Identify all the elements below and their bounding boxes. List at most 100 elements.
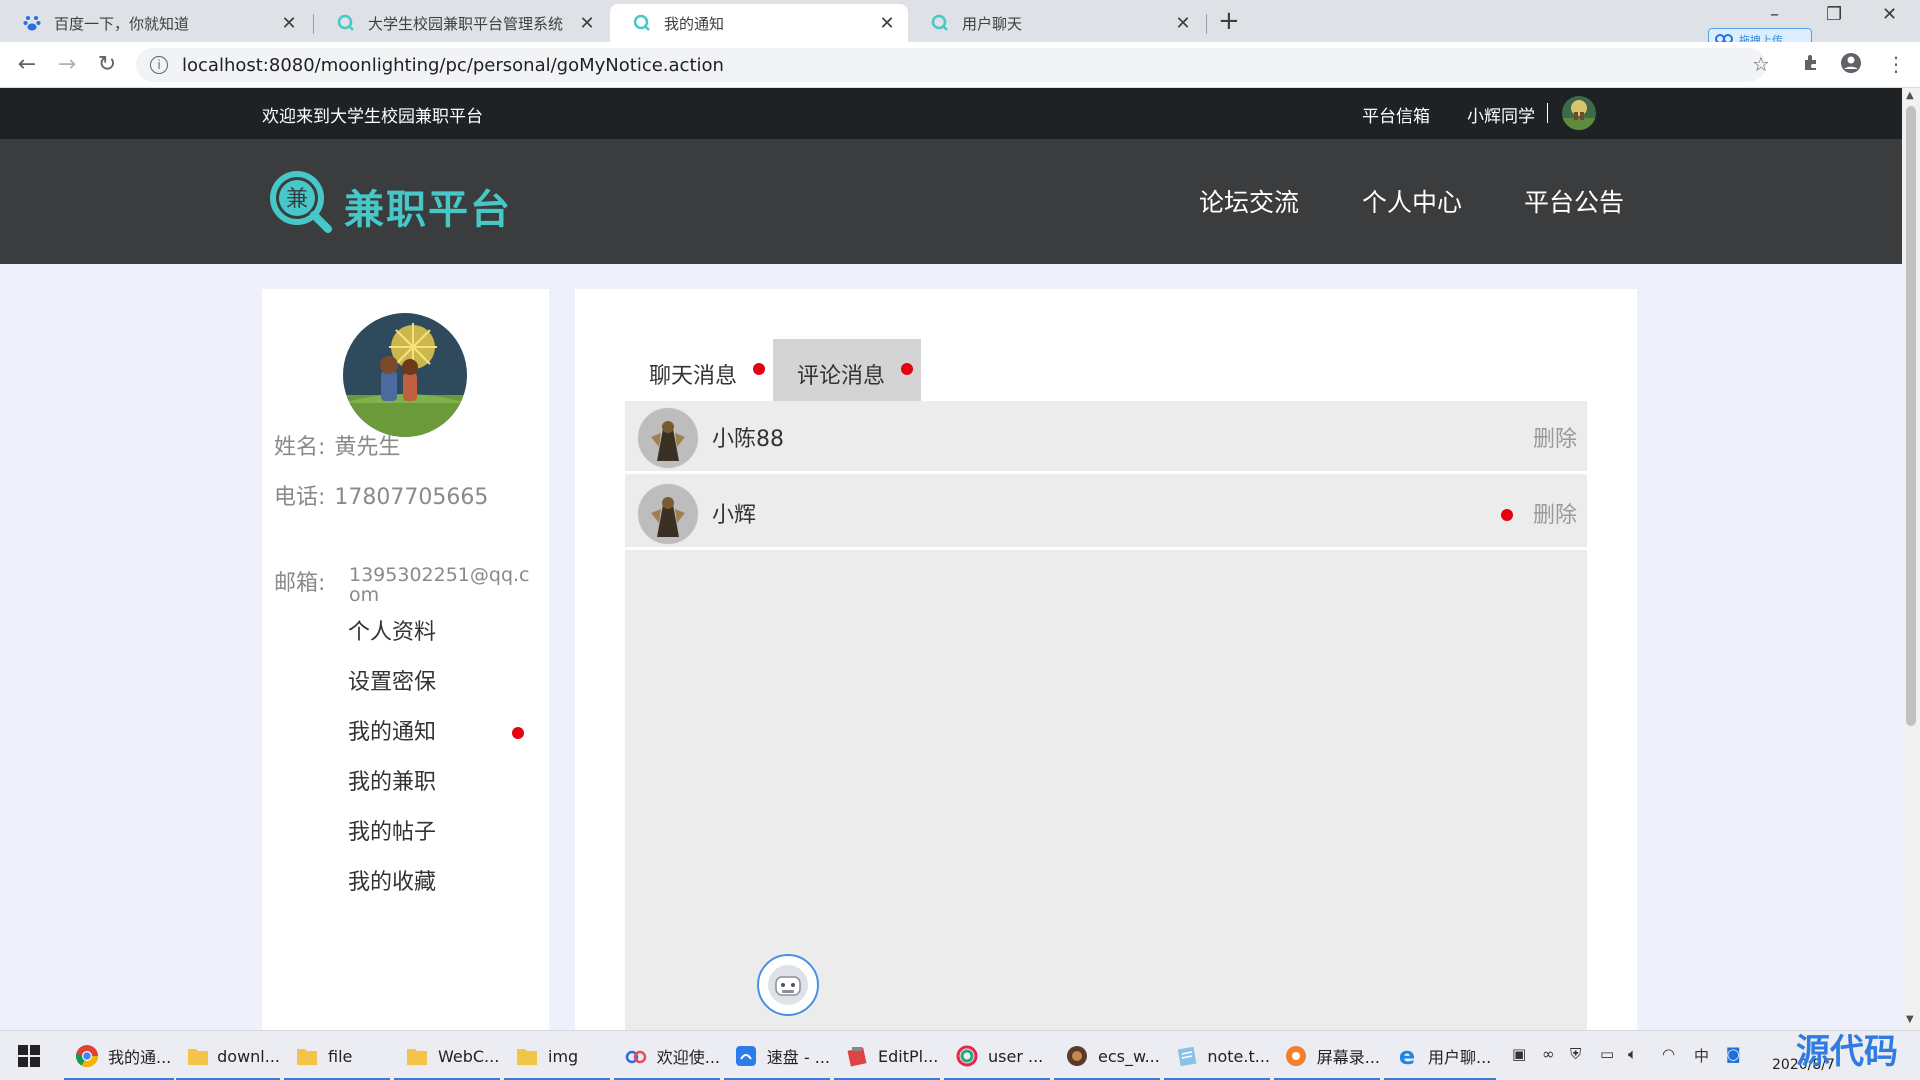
- menu-my-jobs[interactable]: 我的兼职: [348, 764, 436, 796]
- chrome-icon: [74, 1043, 100, 1069]
- internet-explorer-icon: e: [1398, 1042, 1416, 1070]
- taskbar-editplus[interactable]: EditPl...: [834, 1031, 940, 1080]
- forward-button[interactable]: →: [54, 52, 80, 78]
- user-avatar[interactable]: [1562, 96, 1596, 130]
- nav-personal-center[interactable]: 个人中心: [1362, 183, 1462, 219]
- tray-shield-icon[interactable]: ⛨: [1570, 1045, 1581, 1063]
- scroll-down-icon[interactable]: ▼: [1906, 1014, 1914, 1025]
- site-logo-icon[interactable]: 兼: [268, 169, 334, 235]
- taskbar-folder-file[interactable]: file: [284, 1031, 390, 1080]
- window-close-button[interactable]: ✕: [1882, 4, 1897, 25]
- message-row[interactable]: 小陈88 删除: [625, 401, 1587, 474]
- taskbar-folder-img[interactable]: img: [504, 1031, 610, 1080]
- ecs-icon: [1064, 1043, 1090, 1069]
- bookmark-star-icon[interactable]: ☆: [1752, 52, 1770, 76]
- tab-separator: [1206, 14, 1207, 34]
- ime-indicator[interactable]: 中: [1694, 1045, 1709, 1066]
- unread-dot: [901, 363, 914, 375]
- browser-tab-chat[interactable]: 用户聊天 ✕: [908, 4, 1204, 42]
- browser-tab-admin[interactable]: 大学生校园兼职平台管理系统 ✕: [314, 4, 608, 42]
- tab-label: 聊天消息: [649, 364, 738, 389]
- close-icon[interactable]: ✕: [1174, 13, 1192, 34]
- site-logo-icon: [930, 13, 950, 33]
- tray-app-icon[interactable]: ▣: [1512, 1045, 1526, 1063]
- app-icon: [954, 1043, 980, 1069]
- taskbar-screen-recorder[interactable]: 屏幕录...: [1274, 1031, 1380, 1080]
- platform-mailbox-link[interactable]: 平台信箱: [1362, 102, 1430, 127]
- tab-title: 我的通知: [664, 14, 725, 33]
- volume-icon[interactable]: 🔈︎: [1628, 1045, 1637, 1063]
- chat-robot-button[interactable]: [757, 954, 819, 1016]
- extensions-icon[interactable]: [1802, 52, 1822, 77]
- page-scrollbar[interactable]: ▲ ▼: [1902, 88, 1920, 1030]
- taskbar-ie-chat[interactable]: e 用户聊...: [1384, 1031, 1496, 1080]
- site-info-icon[interactable]: i: [150, 56, 168, 74]
- tab-title: 用户聊天: [962, 14, 1023, 33]
- sender-avatar: [637, 407, 699, 469]
- supan-icon: [734, 1043, 759, 1069]
- delete-button[interactable]: 删除: [1533, 497, 1577, 529]
- scrollbar-thumb[interactable]: [1906, 106, 1916, 726]
- browser-tab-notice[interactable]: 我的通知 ✕: [610, 4, 908, 42]
- site-logo-text[interactable]: 兼职平台: [344, 177, 512, 235]
- username-link[interactable]: 小辉同学: [1467, 102, 1535, 127]
- menu-profile[interactable]: 个人资料: [348, 614, 436, 646]
- browser-tab-baidu[interactable]: 百度一下，你就知道 ✕: [0, 4, 310, 42]
- folder-icon: [294, 1043, 320, 1069]
- tab-comment-messages[interactable]: 评论消息: [773, 339, 922, 401]
- close-icon[interactable]: ✕: [280, 13, 298, 34]
- taskbar-label: user ...: [988, 1046, 1044, 1066]
- taskbar-ecs[interactable]: ecs_w...: [1054, 1031, 1160, 1080]
- tab-chat-messages[interactable]: 聊天消息: [625, 339, 773, 401]
- taskbar-folder-webc[interactable]: WebC...: [394, 1031, 500, 1080]
- notepad-icon: [1174, 1043, 1199, 1069]
- profile-icon[interactable]: [1840, 52, 1862, 79]
- menu-my-notices[interactable]: 我的通知: [348, 714, 436, 746]
- browser-tab-strip: 百度一下，你就知道 ✕ 大学生校园兼职平台管理系统 ✕ 我的通知 ✕ 用户聊天 …: [0, 0, 1920, 52]
- address-bar[interactable]: i localhost:8080/moonlighting/pc/persona…: [136, 48, 1766, 82]
- unread-dot: [512, 727, 524, 739]
- network-icon[interactable]: ◠: [1662, 1045, 1675, 1063]
- scroll-up-icon[interactable]: ▲: [1906, 90, 1914, 101]
- message-row[interactable]: 小辉 删除: [625, 477, 1587, 550]
- close-icon[interactable]: ✕: [878, 13, 896, 34]
- taskbar-label: WebC...: [438, 1046, 500, 1066]
- url-text: localhost:8080/moonlighting/pc/personal/…: [182, 54, 724, 76]
- taskbar-folder-downloads[interactable]: downl...: [176, 1031, 280, 1080]
- notice-panel: 聊天消息 评论消息 小陈88 删除 小辉 删除: [575, 289, 1637, 1049]
- windows-start-icon[interactable]: [18, 1045, 40, 1067]
- battery-icon[interactable]: ▭: [1600, 1045, 1614, 1063]
- watermark-text: 源代码: [1796, 1032, 1898, 1072]
- welcome-text: 欢迎来到大学生校园兼职平台: [262, 107, 483, 127]
- tray-netdisk-icon[interactable]: ∞: [1542, 1045, 1555, 1063]
- nav-forum[interactable]: 论坛交流: [1199, 183, 1299, 219]
- taskbar-label: img: [548, 1046, 579, 1066]
- name-label: 姓名:: [274, 435, 326, 460]
- taskbar-notepad[interactable]: note.t...: [1164, 1031, 1270, 1080]
- taskbar-welcome[interactable]: 欢迎使...: [614, 1031, 720, 1080]
- qq-icon[interactable]: ◙: [1726, 1045, 1741, 1063]
- profile-phone-row: 电话: 17807705665: [274, 479, 488, 511]
- taskbar-user[interactable]: user ...: [944, 1031, 1050, 1080]
- browser-menu-icon[interactable]: ⋮: [1886, 52, 1906, 76]
- new-tab-button[interactable]: +: [1218, 8, 1240, 34]
- restore-button[interactable]: ❐: [1826, 4, 1842, 25]
- delete-button[interactable]: 删除: [1533, 421, 1577, 453]
- folder-icon: [404, 1043, 430, 1069]
- back-button[interactable]: ←: [14, 52, 40, 78]
- site-logo-icon: [632, 13, 652, 33]
- reload-button[interactable]: ↻: [94, 52, 120, 78]
- close-icon[interactable]: ✕: [578, 13, 596, 34]
- taskbar-supan[interactable]: 速盘 - ...: [724, 1031, 830, 1080]
- windows-taskbar: 我的通... downl... file WebC... img 欢迎使... …: [0, 1030, 1920, 1080]
- menu-security-question[interactable]: 设置密保: [348, 664, 436, 696]
- baidu-netdisk-icon: [624, 1043, 649, 1069]
- menu-my-favorites[interactable]: 我的收藏: [348, 864, 436, 896]
- taskbar-chrome[interactable]: 我的通...: [64, 1031, 174, 1080]
- menu-my-posts[interactable]: 我的帖子: [348, 814, 436, 846]
- profile-sidebar: 姓名: 黄先生 电话: 17807705665 邮箱: 1395302251@q…: [262, 289, 549, 1049]
- minimize-button[interactable]: –: [1770, 4, 1779, 25]
- email-label: 邮箱:: [274, 571, 326, 596]
- sender-name: 小辉: [712, 503, 757, 528]
- nav-announcements[interactable]: 平台公告: [1524, 183, 1624, 219]
